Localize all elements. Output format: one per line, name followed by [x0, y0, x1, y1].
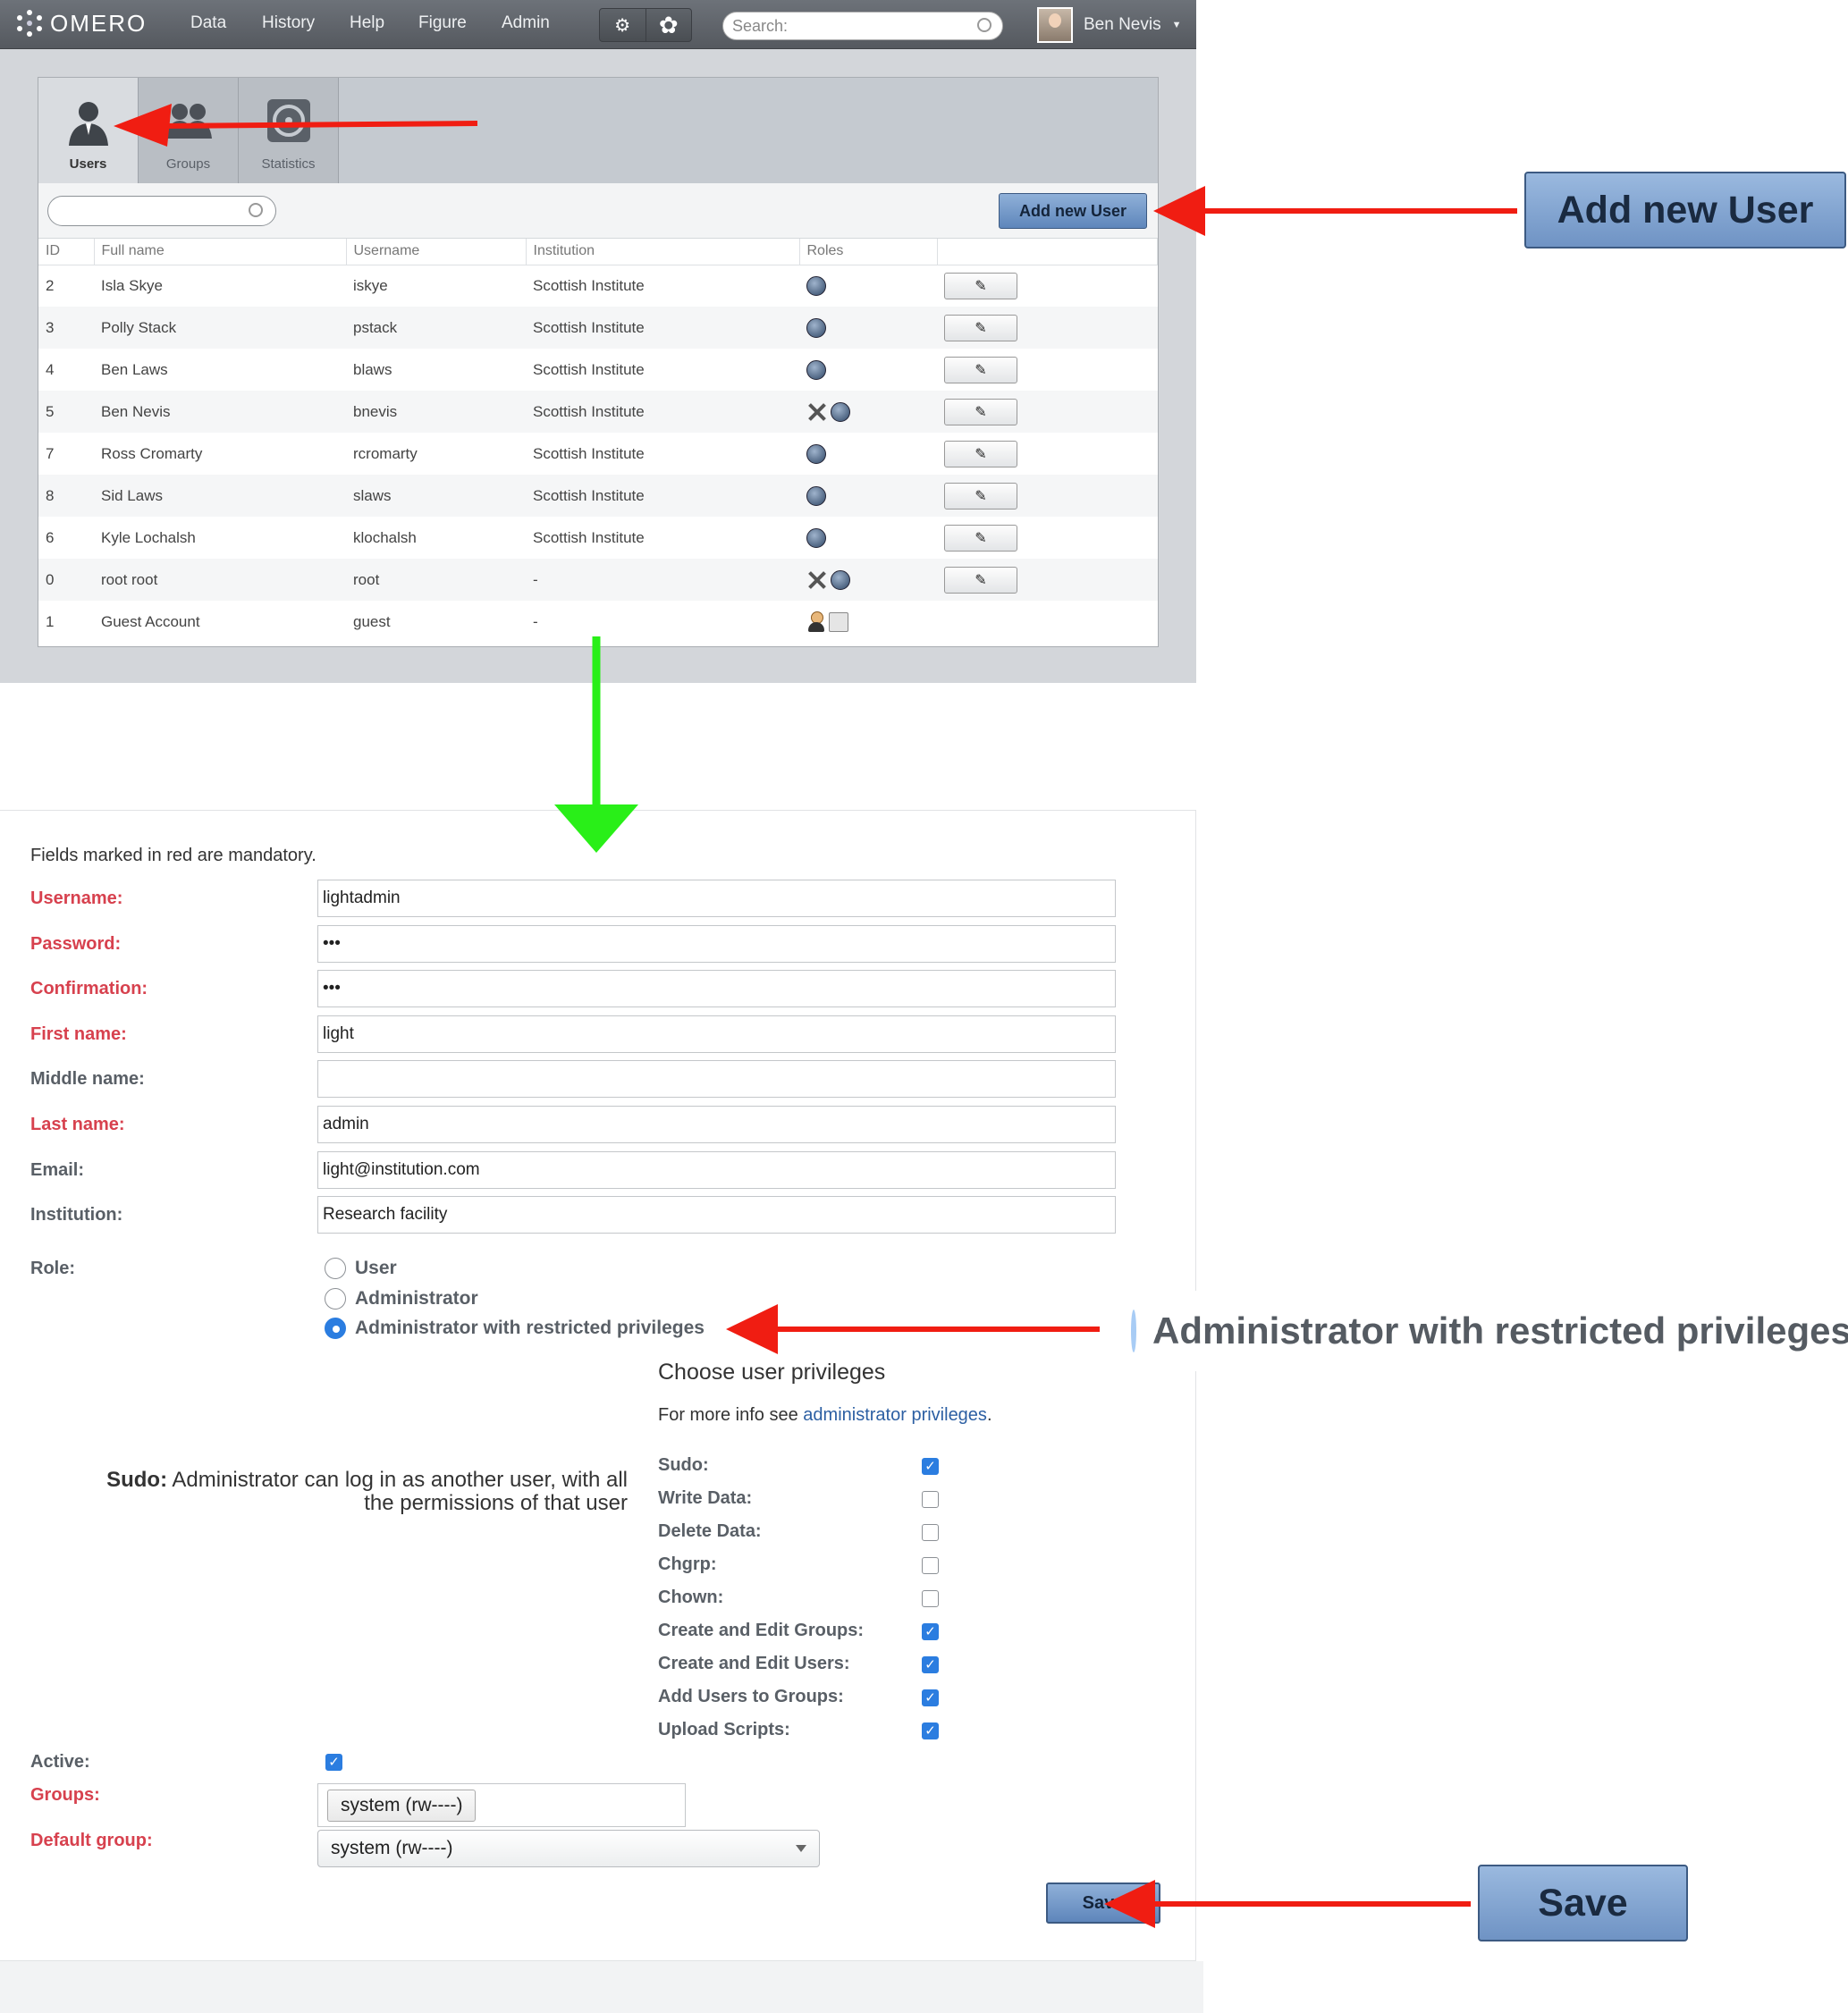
arrow-to-restricted-role [726, 1304, 1100, 1354]
annotation-arrows [114, 104, 1517, 1928]
arrow-to-add-user-button [1153, 186, 1517, 236]
arrow-to-save-button [1104, 1880, 1471, 1928]
arrow-to-users-tab [114, 104, 478, 147]
arrow-down-to-form [554, 636, 638, 853]
